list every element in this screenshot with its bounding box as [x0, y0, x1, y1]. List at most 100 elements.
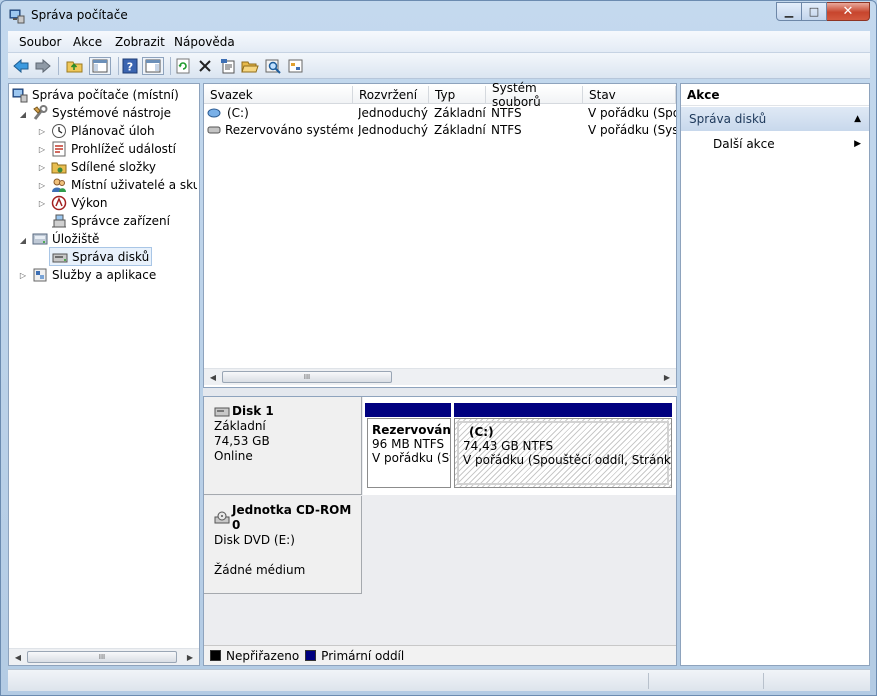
submenu-arrow-icon[interactable]: ▶	[854, 139, 861, 149]
disk-state: Žádné médium	[214, 563, 306, 577]
actions-group-disk-management[interactable]: Správa disků ▲	[681, 107, 869, 131]
tree-node-event-viewer[interactable]: Prohlížeč událostí	[51, 140, 176, 158]
volume-status: V pořádku (Systém	[588, 123, 676, 137]
volume-horizontal-scrollbar[interactable]: ◀ III ▶	[204, 368, 676, 385]
maximize-icon: □	[808, 5, 820, 18]
menu-action[interactable]: Akce	[73, 35, 102, 49]
partition-reserved[interactable]: Rezervováno systémem 96 MB NTFS V pořádk…	[367, 418, 451, 488]
actions-group-label: Správa disků	[689, 112, 767, 126]
partition-c[interactable]: (C:) 74,43 GB NTFS V pořádku (Spouštěcí …	[454, 418, 672, 488]
scroll-right-icon[interactable]: ▶	[660, 371, 674, 383]
volume-layout: Jednoduchý	[358, 106, 428, 120]
svg-text:?: ?	[127, 61, 133, 74]
pane-splitter[interactable]	[203, 388, 677, 396]
status-bar	[8, 669, 870, 691]
column-header-volume[interactable]: Svazek	[204, 86, 353, 104]
properties-icon[interactable]	[219, 57, 237, 75]
actions-pane: Akce Správa disků ▲ Další akce ▶	[680, 83, 870, 666]
computer-management-icon	[12, 87, 28, 103]
collapsed-triangle-icon[interactable]: ▷	[37, 180, 47, 190]
toolbar: ?	[8, 53, 870, 79]
menu-help[interactable]: Nápověda	[174, 35, 235, 49]
tree-node-shared-folders[interactable]: Sdílené složky	[51, 158, 156, 176]
disk-state: Online	[214, 449, 253, 463]
scrollbar-thumb[interactable]: III	[222, 371, 392, 383]
scroll-left-icon[interactable]: ◀	[206, 371, 220, 383]
volume-type: Základní	[434, 123, 486, 137]
minimize-button[interactable]: ▁	[776, 2, 802, 21]
partition-bar-c	[454, 403, 672, 417]
delete-icon[interactable]	[196, 57, 214, 75]
tree-node-task-scheduler[interactable]: Plánovač úloh	[51, 122, 155, 140]
maximize-button[interactable]: □	[802, 2, 827, 21]
tree-node-computer-management[interactable]: Správa počítače (místní)	[12, 86, 179, 104]
title-bar[interactable]: Správa počítače ▁ □ ✕	[1, 1, 876, 31]
users-icon	[51, 177, 67, 193]
tree-node-storage[interactable]: Úložiště	[32, 230, 99, 248]
scroll-left-icon[interactable]: ◀	[11, 651, 25, 663]
tree-node-device-manager[interactable]: Správce zařízení	[51, 212, 170, 230]
volume-filesystem: NTFS	[491, 123, 522, 137]
shared-folder-icon	[51, 159, 67, 175]
menu-view[interactable]: Zobrazit	[115, 35, 165, 49]
cdrom-0-label[interactable]: Jednotka CD-ROM 0 Disk DVD (E:) Žádné mé…	[204, 496, 362, 594]
menu-bar: Soubor Akce Zobrazit Nápověda	[8, 31, 870, 53]
scroll-right-icon[interactable]: ▶	[183, 651, 197, 663]
table-row[interactable]: (C:) Jednoduchý Základní NTFS V pořádku …	[204, 105, 676, 122]
collapse-up-icon[interactable]: ▲	[854, 114, 861, 124]
unallocated-swatch	[210, 650, 221, 661]
tree-node-local-users[interactable]: Místní uživatelé a skupiny	[51, 176, 197, 194]
column-header-filesystem[interactable]: Systém souborů	[486, 81, 583, 109]
more-actions-item[interactable]: Další akce	[713, 137, 775, 151]
scrollbar-thumb[interactable]: III	[27, 651, 177, 663]
toolbar-separator	[58, 57, 59, 75]
tools-icon	[32, 105, 48, 121]
show-hide-action-pane-icon[interactable]	[142, 57, 164, 75]
show-hide-tree-icon[interactable]	[89, 57, 111, 75]
collapsed-triangle-icon[interactable]: ▷	[18, 270, 28, 280]
search-disk-icon[interactable]	[264, 57, 282, 75]
column-header-status[interactable]: Stav	[583, 86, 676, 104]
hard-disk-icon	[214, 406, 230, 418]
close-icon: ✕	[842, 4, 854, 19]
collapsed-triangle-icon[interactable]: ▷	[37, 162, 47, 172]
expanded-triangle-icon[interactable]: ◢	[18, 235, 28, 245]
column-header-layout[interactable]: Rozvržení	[353, 86, 429, 104]
tree-node-label: Správa počítače (místní)	[32, 88, 179, 102]
collapsed-triangle-icon[interactable]: ▷	[37, 144, 47, 154]
legend-unallocated: Nepřiřazeno	[226, 648, 300, 663]
expanded-triangle-icon[interactable]: ◢	[18, 109, 28, 119]
collapsed-triangle-icon[interactable]: ▷	[37, 198, 47, 208]
collapsed-triangle-icon[interactable]: ▷	[37, 126, 47, 136]
settings-icon[interactable]	[287, 57, 305, 75]
help-icon[interactable]: ?	[121, 57, 139, 75]
services-icon	[32, 267, 48, 283]
close-button[interactable]: ✕	[827, 2, 870, 21]
menu-file[interactable]: Soubor	[19, 35, 61, 49]
window-title: Správa počítače	[31, 8, 128, 22]
open-folder-icon[interactable]	[241, 57, 259, 75]
tree-node-label: Správa disků	[72, 249, 150, 264]
tree-node-label: Plánovač úloh	[71, 124, 155, 138]
disk-1-partitions: Rezervováno systémem 96 MB NTFS V pořádk…	[363, 397, 676, 495]
status-separator	[763, 673, 764, 689]
tree-node-services-applications[interactable]: Služby a aplikace	[32, 266, 156, 284]
disk-1-label[interactable]: Disk 1 Základní 74,53 GB Online	[204, 397, 362, 495]
tree-horizontal-scrollbar[interactable]: ◀ III ▶	[9, 648, 199, 665]
volume-type: Základní	[434, 106, 486, 120]
tree-node-disk-management[interactable]: Správa disků	[49, 247, 153, 266]
up-folder-icon[interactable]	[66, 57, 84, 75]
volume-status: V pořádku (Spouštěcí oddíl	[588, 106, 676, 120]
forward-arrow-icon[interactable]	[34, 57, 52, 75]
tree-node-system-tools[interactable]: Systémové nástroje	[32, 104, 171, 122]
tree-node-performance[interactable]: Výkon	[51, 194, 107, 212]
tree-node-label: Výkon	[71, 196, 108, 210]
partition-name: Rezervováno systémem	[372, 423, 451, 437]
table-row[interactable]: Rezervováno systémem Jednoduchý Základní…	[204, 122, 676, 139]
partition-size: 74,43 GB NTFS	[463, 439, 554, 453]
back-arrow-icon[interactable]	[12, 57, 30, 75]
column-header-type[interactable]: Typ	[429, 86, 486, 104]
refresh-icon[interactable]	[174, 57, 192, 75]
disk-type: Disk DVD (E:)	[214, 533, 295, 547]
